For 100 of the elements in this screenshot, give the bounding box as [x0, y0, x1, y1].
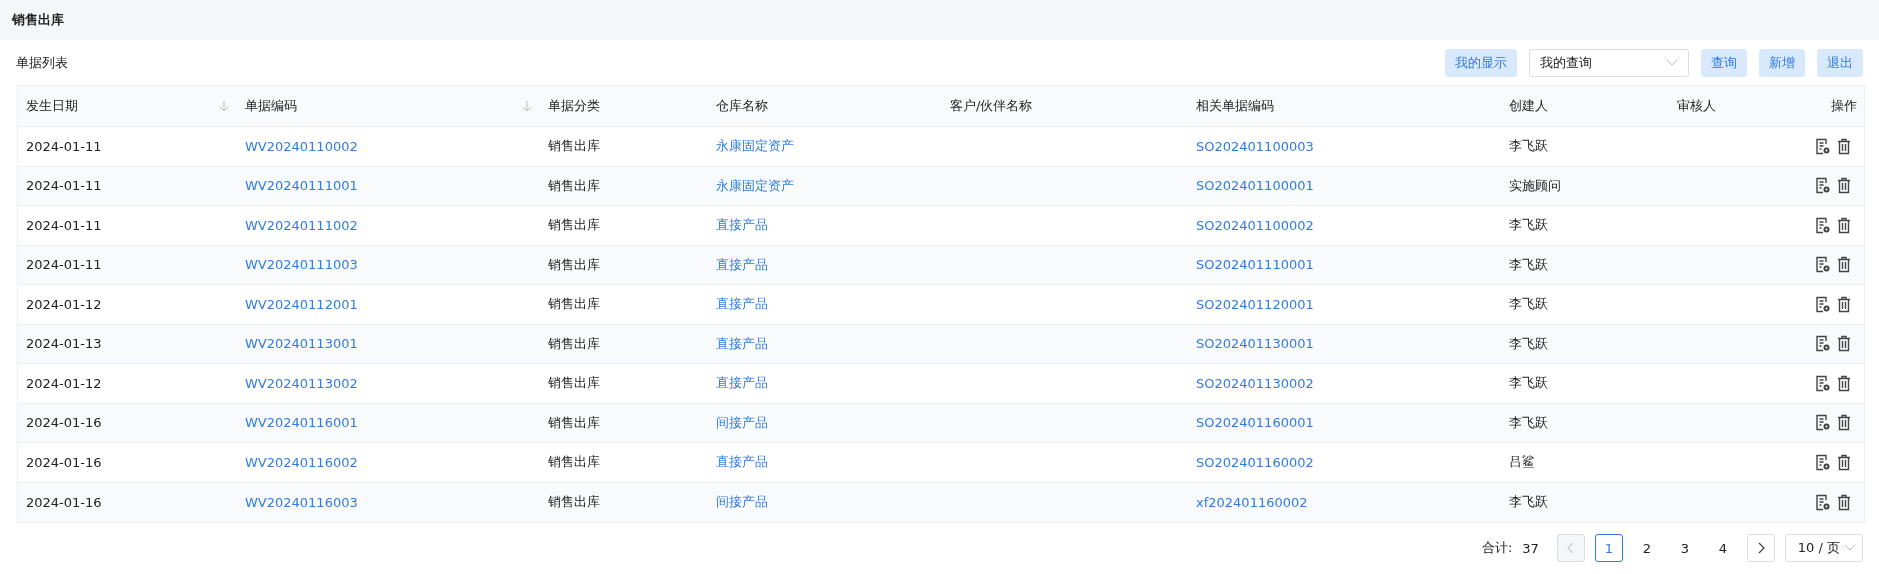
- table-link[interactable]: SO202401100003: [1196, 138, 1314, 154]
- column-header: 操作: [1831, 97, 1857, 115]
- table-cell: 2024-01-16: [26, 415, 102, 431]
- column-header: 单据编码: [245, 97, 297, 115]
- table-link[interactable]: xf202401160002: [1196, 494, 1308, 510]
- table-link[interactable]: 间接产品: [716, 493, 768, 512]
- page-number[interactable]: 3: [1670, 534, 1699, 562]
- column-header: 仓库名称: [716, 97, 768, 115]
- table-link[interactable]: SO202401100001: [1196, 178, 1314, 194]
- table-cell: 2024-01-12: [26, 296, 102, 312]
- table-link[interactable]: 直接产品: [716, 255, 768, 274]
- page-size-select[interactable]: 10 / 页: [1784, 534, 1863, 562]
- document-gear-icon[interactable]: [1815, 295, 1831, 313]
- trash-icon[interactable]: [1837, 493, 1851, 511]
- document-gear-icon[interactable]: [1815, 256, 1831, 274]
- page-title: 销售出库: [12, 11, 64, 29]
- trash-icon[interactable]: [1837, 137, 1851, 155]
- table-link[interactable]: WV20240116002: [245, 454, 358, 470]
- document-gear-icon[interactable]: [1815, 137, 1831, 155]
- document-gear-icon[interactable]: [1815, 374, 1831, 392]
- table-cell: 2024-01-13: [26, 336, 102, 352]
- trash-icon[interactable]: [1837, 295, 1851, 313]
- table-link[interactable]: 永康固定资产: [716, 176, 794, 195]
- total-label: 合计:: [1481, 539, 1513, 557]
- table-link[interactable]: WV20240111001: [245, 178, 358, 194]
- table-cell: 销售出库: [548, 295, 600, 314]
- table-cell: 李飞跃: [1509, 216, 1548, 235]
- column-header: 创建人: [1509, 97, 1548, 115]
- toolbar-button[interactable]: 查询: [1701, 48, 1747, 77]
- toolbar-button[interactable]: 我的显示: [1445, 48, 1517, 77]
- table-link[interactable]: SO202401110001: [1196, 257, 1314, 273]
- document-gear-icon[interactable]: [1815, 493, 1831, 511]
- table-cell: 李飞跃: [1509, 413, 1548, 432]
- table-cell: 销售出库: [548, 413, 600, 432]
- page-number[interactable]: 4: [1708, 534, 1737, 562]
- table-cell: 销售出库: [548, 255, 600, 274]
- table-cell: 销售出库: [548, 493, 600, 512]
- table-link[interactable]: WV20240113002: [245, 375, 358, 391]
- table-cell: 销售出库: [548, 453, 600, 472]
- column-header: 发生日期: [26, 97, 78, 115]
- table-link[interactable]: SO202401160002: [1196, 454, 1314, 470]
- document-gear-icon[interactable]: [1815, 453, 1831, 471]
- table-cell: 销售出库: [548, 374, 600, 393]
- table-link[interactable]: WV20240116003: [245, 494, 358, 510]
- table-link[interactable]: WV20240111003: [245, 257, 358, 273]
- table-cell: 2024-01-16: [26, 494, 102, 510]
- table-link[interactable]: 直接产品: [716, 374, 768, 393]
- chevron-right-icon: [1756, 542, 1765, 554]
- table-link[interactable]: SO202401130001: [1196, 336, 1314, 352]
- table-cell: 李飞跃: [1509, 255, 1548, 274]
- table-cell: 销售出库: [548, 334, 600, 353]
- table-cell: 2024-01-11: [26, 138, 102, 154]
- table-link[interactable]: WV20240112001: [245, 296, 358, 312]
- table-cell: 李飞跃: [1509, 493, 1548, 512]
- column-header: 审核人: [1677, 97, 1716, 115]
- table-cell: 2024-01-12: [26, 375, 102, 391]
- table-link[interactable]: WV20240116001: [245, 415, 358, 431]
- trash-icon[interactable]: [1837, 335, 1851, 353]
- chevron-down-icon: [1844, 544, 1856, 552]
- trash-icon[interactable]: [1837, 453, 1851, 471]
- column-header: 相关单据编码: [1196, 97, 1274, 115]
- table-cell: 吕鲨: [1509, 453, 1535, 472]
- page-number[interactable]: 2: [1632, 534, 1661, 562]
- table-link[interactable]: WV20240110002: [245, 138, 358, 154]
- table-cell: 2024-01-11: [26, 178, 102, 194]
- document-gear-icon[interactable]: [1815, 177, 1831, 195]
- table-link[interactable]: 永康固定资产: [716, 137, 794, 156]
- table-link[interactable]: 直接产品: [716, 216, 768, 235]
- table-cell: 实施顾问: [1509, 176, 1561, 195]
- toolbar-button[interactable]: 退出: [1817, 48, 1863, 77]
- toolbar-button[interactable]: 新增: [1759, 48, 1805, 77]
- table-link[interactable]: 直接产品: [716, 453, 768, 472]
- document-gear-icon[interactable]: [1815, 414, 1831, 432]
- table-link[interactable]: SO202401130002: [1196, 375, 1314, 391]
- table-cell: 2024-01-11: [26, 217, 102, 233]
- chevron-down-icon: [1666, 58, 1678, 67]
- page-number[interactable]: 1: [1594, 534, 1623, 562]
- column-header: 单据分类: [548, 97, 600, 115]
- table-link[interactable]: SO202401160001: [1196, 415, 1314, 431]
- table-link[interactable]: 间接产品: [716, 413, 768, 432]
- trash-icon[interactable]: [1837, 414, 1851, 432]
- column-header: 客户/伙伴名称: [950, 97, 1033, 115]
- table-link[interactable]: SO202401100002: [1196, 217, 1314, 233]
- document-gear-icon[interactable]: [1815, 216, 1831, 234]
- query-select[interactable]: 我的查询: [1529, 48, 1689, 77]
- trash-icon[interactable]: [1837, 374, 1851, 392]
- table-link[interactable]: 直接产品: [716, 334, 768, 353]
- list-title: 单据列表: [16, 54, 68, 70]
- trash-icon[interactable]: [1837, 177, 1851, 195]
- table-cell: 销售出库: [548, 216, 600, 235]
- table-link[interactable]: SO202401120001: [1196, 296, 1314, 312]
- table-cell: 销售出库: [548, 137, 600, 156]
- trash-icon[interactable]: [1837, 216, 1851, 234]
- trash-icon[interactable]: [1837, 256, 1851, 274]
- table-link[interactable]: WV20240111002: [245, 217, 358, 233]
- table-link[interactable]: 直接产品: [716, 295, 768, 314]
- table-cell: 2024-01-16: [26, 454, 102, 470]
- chevron-left-icon: [1566, 542, 1575, 554]
- document-gear-icon[interactable]: [1815, 335, 1831, 353]
- table-link[interactable]: WV20240113001: [245, 336, 358, 352]
